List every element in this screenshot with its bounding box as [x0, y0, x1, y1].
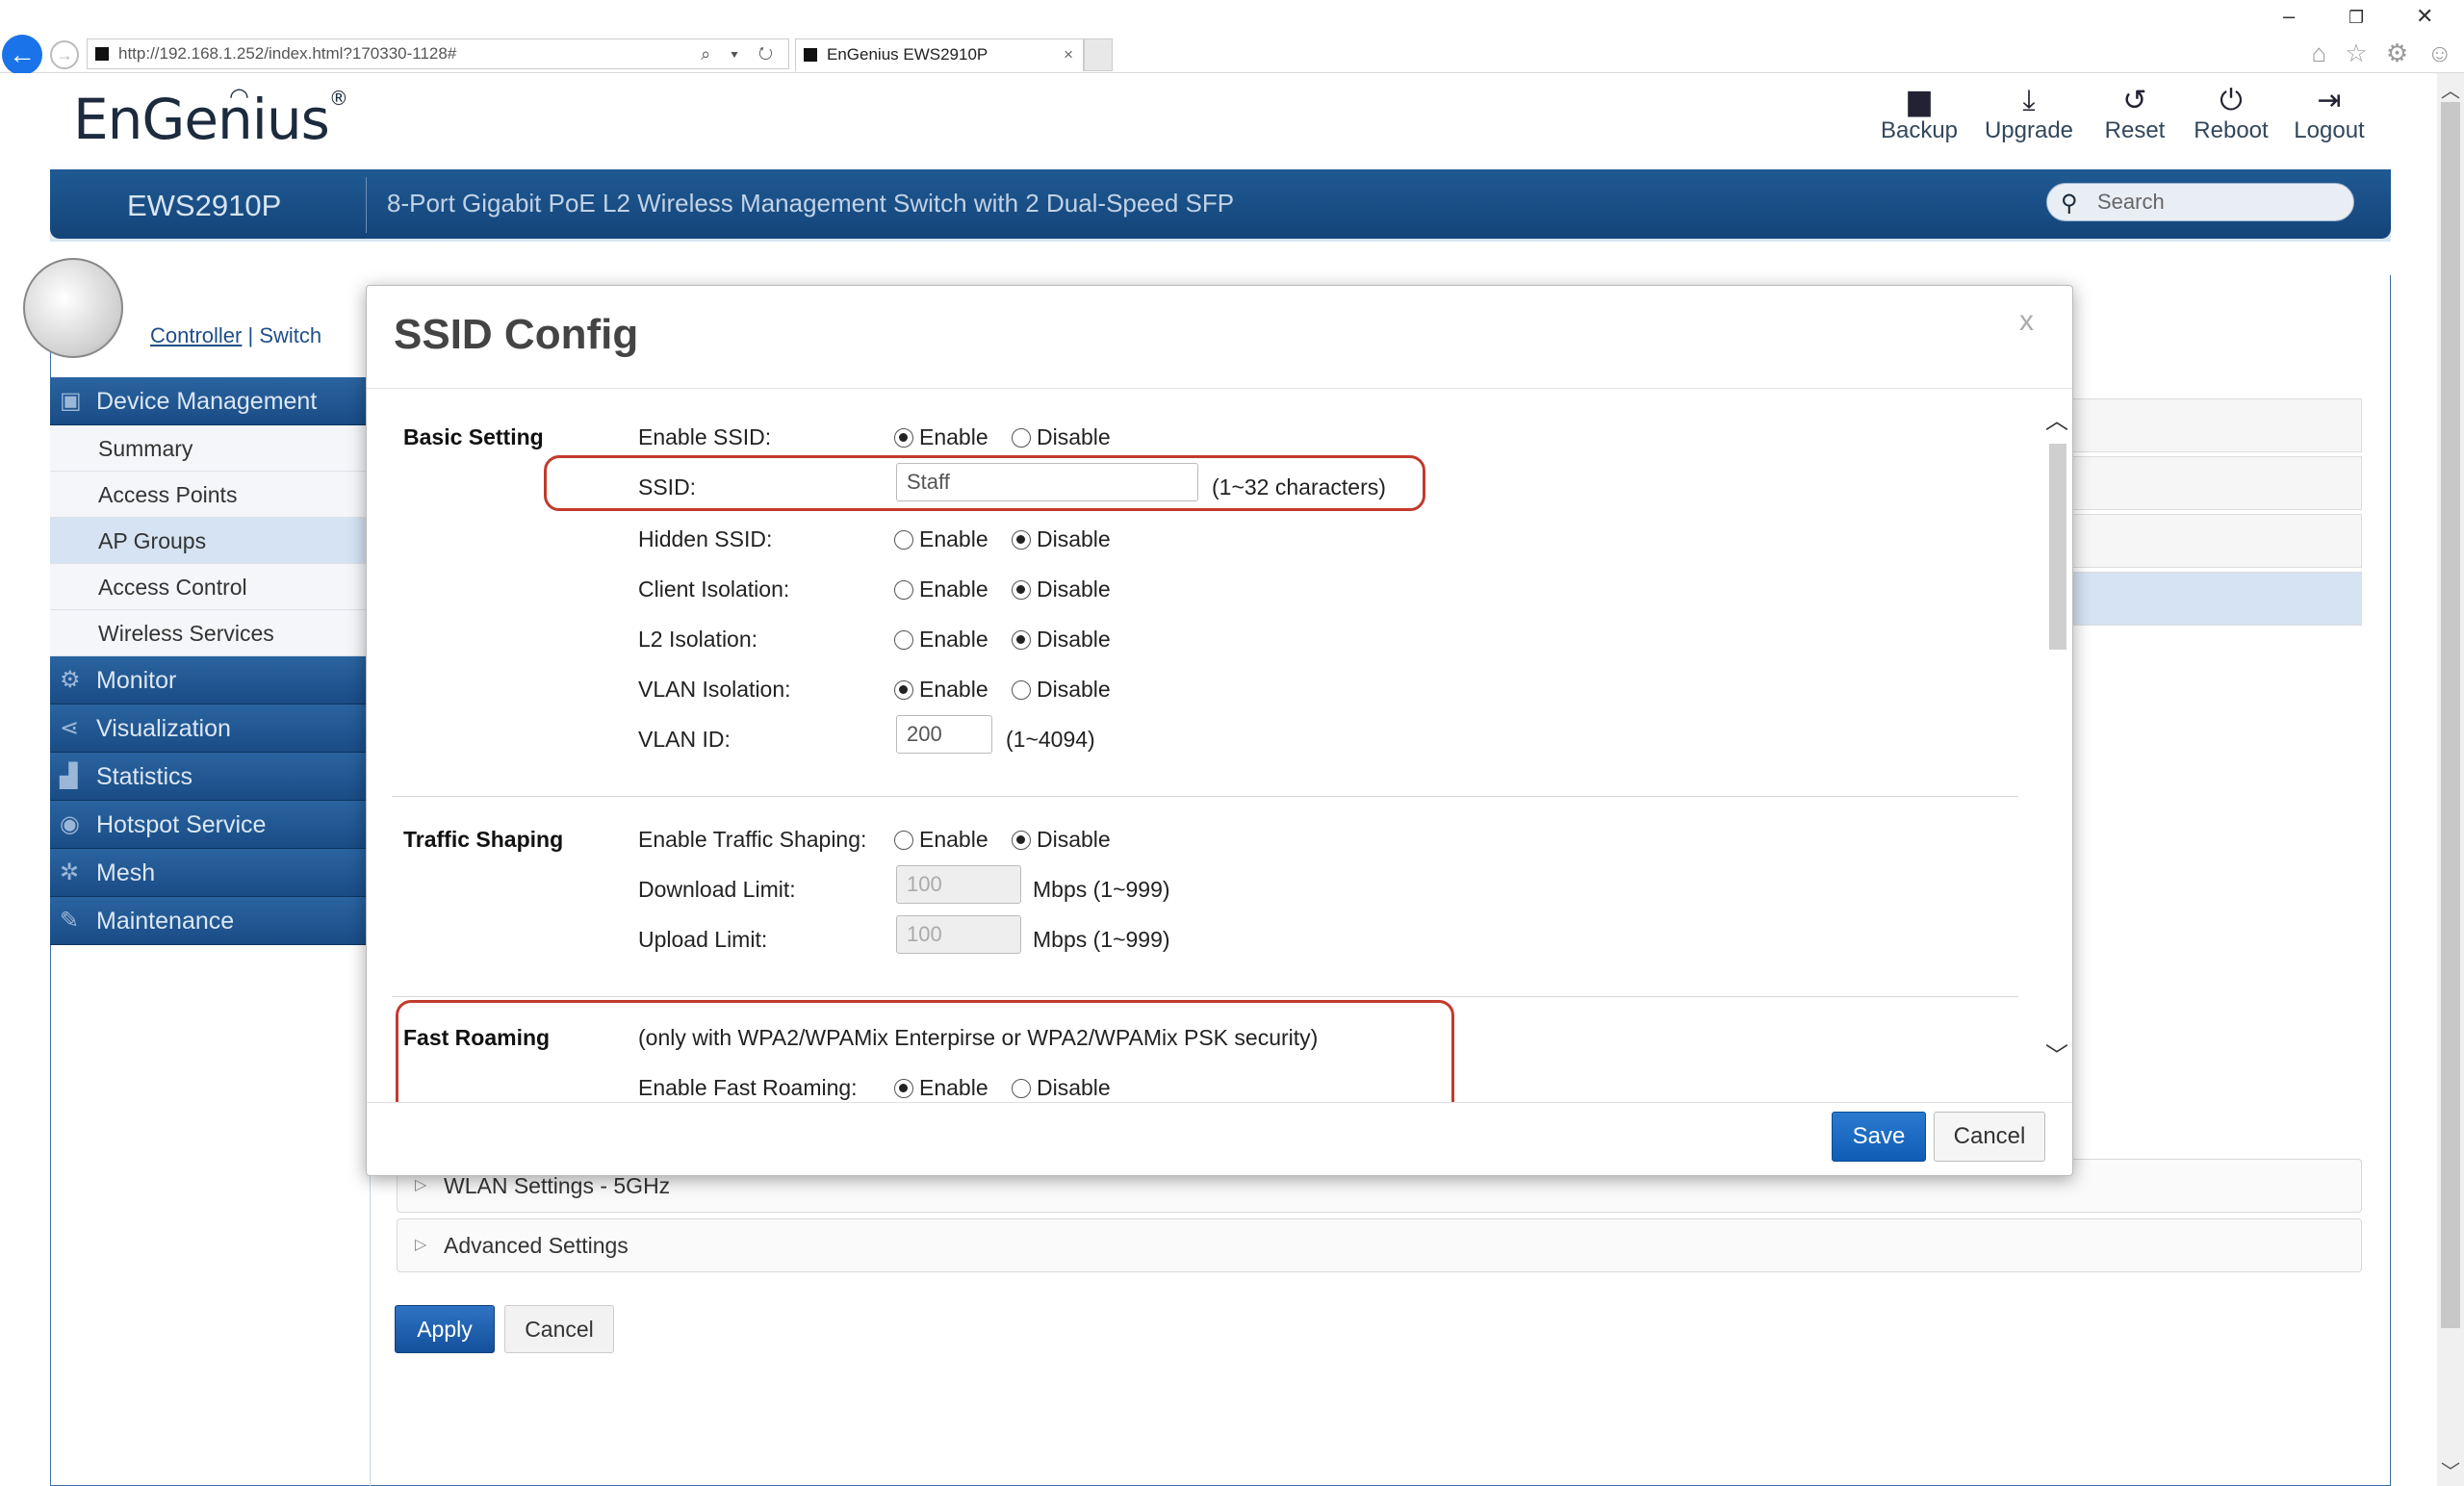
fast-roaming-disable-radio[interactable]: Disable: [1012, 1075, 1111, 1101]
restore-icon[interactable]: ❐: [2348, 8, 2364, 28]
browser-chrome: ← → http://192.168.1.252/index.html?1703…: [0, 0, 2464, 75]
section-traffic-shaping: Traffic Shaping: [403, 827, 564, 852]
chevron-down-icon[interactable]: ﹀: [2043, 1037, 2070, 1070]
minimize-icon[interactable]: –: [2283, 4, 2295, 29]
fast-roaming-label: Enable Fast Roaming:: [638, 1075, 858, 1100]
tab-close-icon[interactable]: ×: [1064, 39, 1073, 70]
scroll-down-icon[interactable]: ﹀: [2437, 1456, 2464, 1484]
vlan-id-input[interactable]: 200: [896, 715, 992, 754]
cancel-button[interactable]: Cancel: [1934, 1112, 2045, 1162]
radio-unchecked-icon: [894, 831, 913, 850]
address-tools-icon[interactable]: ⌕ ▾ ↻: [701, 39, 781, 68]
hidden-ssid-label: Hidden SSID:: [638, 526, 773, 551]
fast-roaming-note: (only with WPA2/WPAMix Enterpirse or WPA…: [638, 1025, 1319, 1050]
radio-checked-icon: [894, 428, 913, 448]
ssid-config-dialog: SSID Config x Basic Setting Enable SSID:…: [366, 285, 2073, 1176]
footer-divider: [367, 1102, 2072, 1103]
window-close-icon[interactable]: ✕: [2416, 4, 2433, 29]
radio-checked-icon: [1012, 831, 1031, 850]
client-isolation-disable-radio[interactable]: Disable: [1012, 576, 1111, 602]
forward-arrow-icon[interactable]: →: [50, 40, 79, 69]
scrollbar-thumb[interactable]: [2441, 102, 2460, 1328]
title-divider: [367, 388, 2072, 389]
radio-unchecked-icon: [1012, 1079, 1031, 1098]
modal-overlay: SSID Config x Basic Setting Enable SSID:…: [0, 73, 2437, 1486]
client-isolation-label: Client Isolation:: [638, 576, 790, 602]
client-isolation-enable-radio[interactable]: Enable: [894, 576, 988, 602]
l2-isolation-disable-radio[interactable]: Disable: [1012, 627, 1111, 653]
vlan-id-hint: (1~4094): [1006, 727, 1095, 752]
save-button[interactable]: Save: [1832, 1112, 1926, 1162]
traffic-shaping-enable-radio[interactable]: Enable: [894, 827, 988, 853]
upload-limit-input[interactable]: 100: [896, 915, 1021, 954]
traffic-shaping-disable-radio[interactable]: Disable: [1012, 827, 1111, 853]
download-limit-label: Download Limit:: [638, 877, 796, 902]
radio-unchecked-icon: [894, 580, 913, 600]
download-limit-input[interactable]: 100: [896, 865, 1021, 904]
browser-toolbar-icons[interactable]: ⌂ ☆ ⚙ ☺: [2311, 38, 2458, 68]
radio-checked-icon: [1012, 630, 1031, 650]
traffic-shaping-label: Enable Traffic Shaping:: [638, 827, 867, 852]
new-tab-button[interactable]: [1084, 38, 1113, 71]
scroll-up-icon[interactable]: ︿: [2437, 75, 2464, 103]
radio-unchecked-icon: [894, 530, 913, 550]
hidden-ssid-disable-radio[interactable]: Disable: [1012, 526, 1111, 552]
vlan-isolation-enable-radio[interactable]: Enable: [894, 677, 988, 703]
dialog-scrollbar-thumb[interactable]: [2049, 444, 2066, 650]
vlan-isolation-disable-radio[interactable]: Disable: [1012, 677, 1111, 703]
tab-title: EnGenius EWS2910P: [827, 45, 988, 64]
ssid-label: SSID:: [638, 474, 697, 500]
back-arrow-icon[interactable]: ←: [2, 35, 42, 75]
dialog-title: SSID Config: [394, 311, 639, 358]
tab-favicon-icon: [804, 48, 817, 62]
fast-roaming-enable-radio[interactable]: Enable: [894, 1075, 988, 1101]
radio-checked-icon: [1012, 580, 1031, 600]
address-url: http://192.168.1.252/index.html?170330-1…: [118, 44, 457, 63]
enable-ssid-disable-radio[interactable]: Disable: [1012, 424, 1111, 450]
ssid-input[interactable]: Staff: [896, 463, 1198, 501]
dialog-scrollbar[interactable]: ︿ ﹀: [2043, 401, 2070, 1075]
dialog-close-icon[interactable]: x: [2019, 305, 2034, 338]
vlan-id-label: VLAN ID:: [638, 727, 731, 752]
enable-ssid-label: Enable SSID:: [638, 424, 772, 449]
upload-limit-label: Upload Limit:: [638, 927, 768, 952]
section-basic-setting: Basic Setting: [403, 424, 544, 449]
radio-checked-icon: [894, 680, 913, 700]
chevron-up-icon[interactable]: ︿: [2043, 401, 2070, 435]
ssid-hint: (1~32 characters): [1212, 474, 1386, 500]
radio-checked-icon: [894, 1079, 913, 1098]
browser-tab[interactable]: EnGenius EWS2910P ×: [795, 38, 1084, 71]
hidden-ssid-enable-radio[interactable]: Enable: [894, 526, 988, 552]
radio-checked-icon: [1012, 530, 1031, 550]
radio-unchecked-icon: [1012, 680, 1031, 700]
radio-unchecked-icon: [894, 630, 913, 650]
favicon-icon: [95, 47, 109, 61]
l2-isolation-label: L2 Isolation:: [638, 627, 758, 652]
download-limit-unit: Mbps (1~999): [1033, 877, 1170, 902]
radio-unchecked-icon: [1012, 428, 1031, 448]
upload-limit-unit: Mbps (1~999): [1033, 927, 1170, 952]
enable-ssid-enable-radio[interactable]: Enable: [894, 424, 988, 450]
section-divider: [392, 996, 2018, 997]
page-scrollbar[interactable]: ︿ ﹀: [2437, 73, 2464, 1486]
l2-isolation-enable-radio[interactable]: Enable: [894, 627, 988, 653]
section-divider: [392, 796, 2018, 797]
dialog-body: Basic Setting Enable SSID: Enable Disabl…: [367, 390, 2041, 1102]
address-bar[interactable]: http://192.168.1.252/index.html?170330-1…: [87, 38, 789, 69]
vlan-isolation-label: VLAN Isolation:: [638, 677, 791, 702]
section-fast-roaming: Fast Roaming: [403, 1025, 551, 1050]
